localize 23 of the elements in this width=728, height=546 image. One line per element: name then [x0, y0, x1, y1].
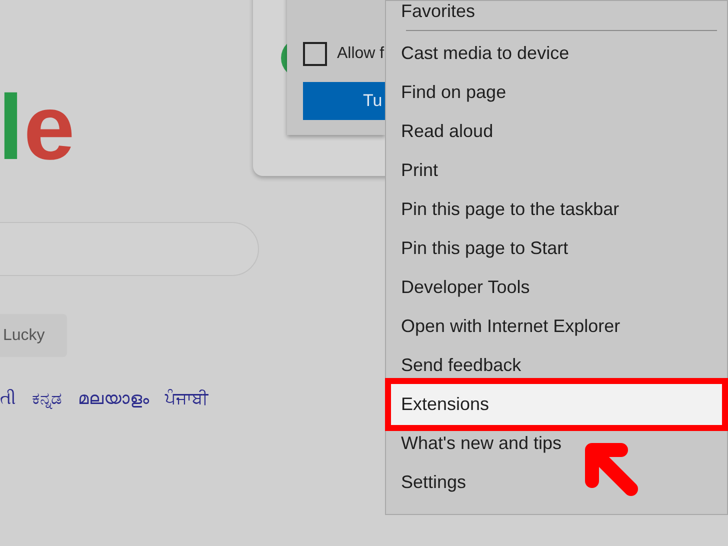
checkbox-label: Allow f: [337, 45, 384, 63]
menu-item[interactable]: Print: [386, 158, 727, 183]
menu-item[interactable]: Pin this page to Start: [386, 236, 727, 261]
language-link[interactable]: ਪੰਜਾਬੀ: [165, 389, 208, 409]
menu-item[interactable]: Settings: [386, 470, 727, 495]
menu-item[interactable]: Developer Tools: [386, 275, 727, 300]
menu-item[interactable]: Read aloud: [386, 119, 727, 144]
menu-item[interactable]: Pin this page to the taskbar: [386, 197, 727, 222]
logo-letter: l: [0, 88, 24, 168]
lucky-button[interactable]: Lucky: [0, 314, 67, 357]
language-link[interactable]: ಕನ್ನಡ: [32, 389, 62, 409]
language-link[interactable]: તી: [0, 389, 16, 409]
menu-item[interactable]: Open with Internet Explorer: [386, 314, 727, 339]
menu-item[interactable]: What's new and tips: [386, 431, 727, 456]
turn-on-button[interactable]: Tu: [303, 82, 385, 120]
menu-item[interactable]: Favorites: [386, 1, 727, 21]
menu-item[interactable]: Find on page: [386, 80, 727, 105]
language-link[interactable]: മലയാളം: [78, 389, 149, 409]
menu-item[interactable]: Extensions: [385, 378, 728, 431]
logo-letter: e: [24, 88, 75, 168]
menu-item[interactable]: Send feedback: [386, 353, 727, 378]
checkbox[interactable]: [303, 42, 327, 66]
menu-item[interactable]: Cast media to device: [386, 41, 727, 66]
